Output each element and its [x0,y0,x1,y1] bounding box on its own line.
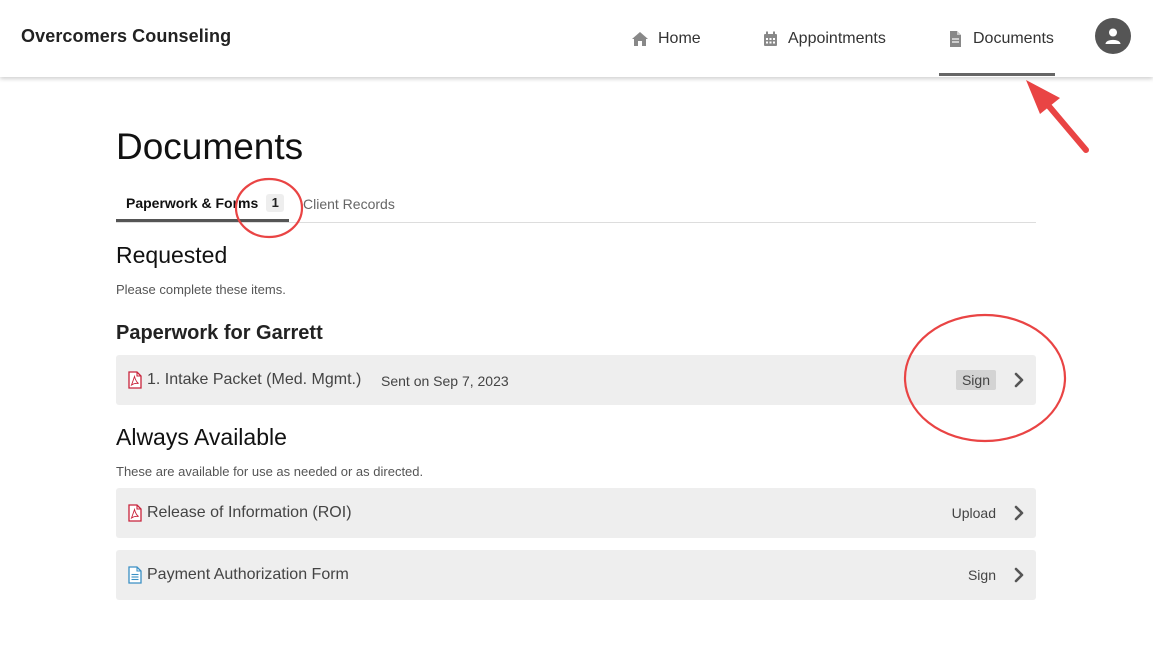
calendar-icon [761,30,779,48]
always-available-heading: Always Available [116,424,287,450]
pdf-icon [128,504,142,522]
tab-paperwork-forms[interactable]: Paperwork & Forms 1 [116,186,289,222]
document-name: 1. Intake Packet (Med. Mgmt.) [147,371,362,388]
paperwork-group-heading: Paperwork for Garrett [116,322,323,344]
page-title: Documents [116,126,304,167]
tab-records-label: Client Records [303,196,395,212]
always-available-subtitle: These are available for use as needed or… [116,464,424,479]
chevron-right-icon [1014,567,1024,583]
sign-button[interactable]: Sign [955,370,996,390]
top-nav-bar: Overcomers Counseling Home Appointments … [0,0,1153,77]
nav-documents-label: Documents [973,29,1054,47]
document-row-payment-authorization[interactable]: Payment Authorization Form Sign [116,550,1036,600]
pdf-icon [128,371,142,389]
chevron-right-icon [1014,372,1024,388]
nav-appointments[interactable]: Appointments [761,0,886,77]
annotation-arrow-documents [1026,80,1089,153]
user-avatar[interactable] [1095,18,1131,54]
nav-documents[interactable]: Documents [939,0,1055,77]
upload-button[interactable]: Upload [952,505,996,521]
document-tabs: Paperwork & Forms 1 Client Records [116,186,1036,223]
document-name: Release of Information (ROI) [147,504,352,521]
home-icon [631,30,649,48]
tab-paperwork-label: Paperwork & Forms [126,194,259,211]
active-nav-indicator [939,73,1055,76]
user-icon [1105,28,1121,44]
brand-name[interactable]: Overcomers Counseling [21,26,231,47]
tab-client-records[interactable]: Client Records [303,186,395,222]
document-row-intake-packet[interactable]: 1. Intake Packet (Med. Mgmt.) Sent on Se… [116,355,1036,405]
tab-count-badge: 1 [266,193,285,212]
document-row-release-of-information[interactable]: Release of Information (ROI) Upload [116,488,1036,538]
document-sent-date: Sent on Sep 7, 2023 [381,373,509,389]
document-name: Payment Authorization Form [147,566,349,583]
sign-button[interactable]: Sign [968,567,996,583]
file-icon [946,30,964,48]
requested-subtitle: Please complete these items. [116,282,286,297]
requested-heading: Requested [116,242,228,268]
chevron-right-icon [1014,505,1024,521]
document-icon [128,566,142,584]
nav-home-label: Home [658,29,701,47]
nav-home[interactable]: Home [631,0,701,77]
nav-appointments-label: Appointments [788,29,886,47]
